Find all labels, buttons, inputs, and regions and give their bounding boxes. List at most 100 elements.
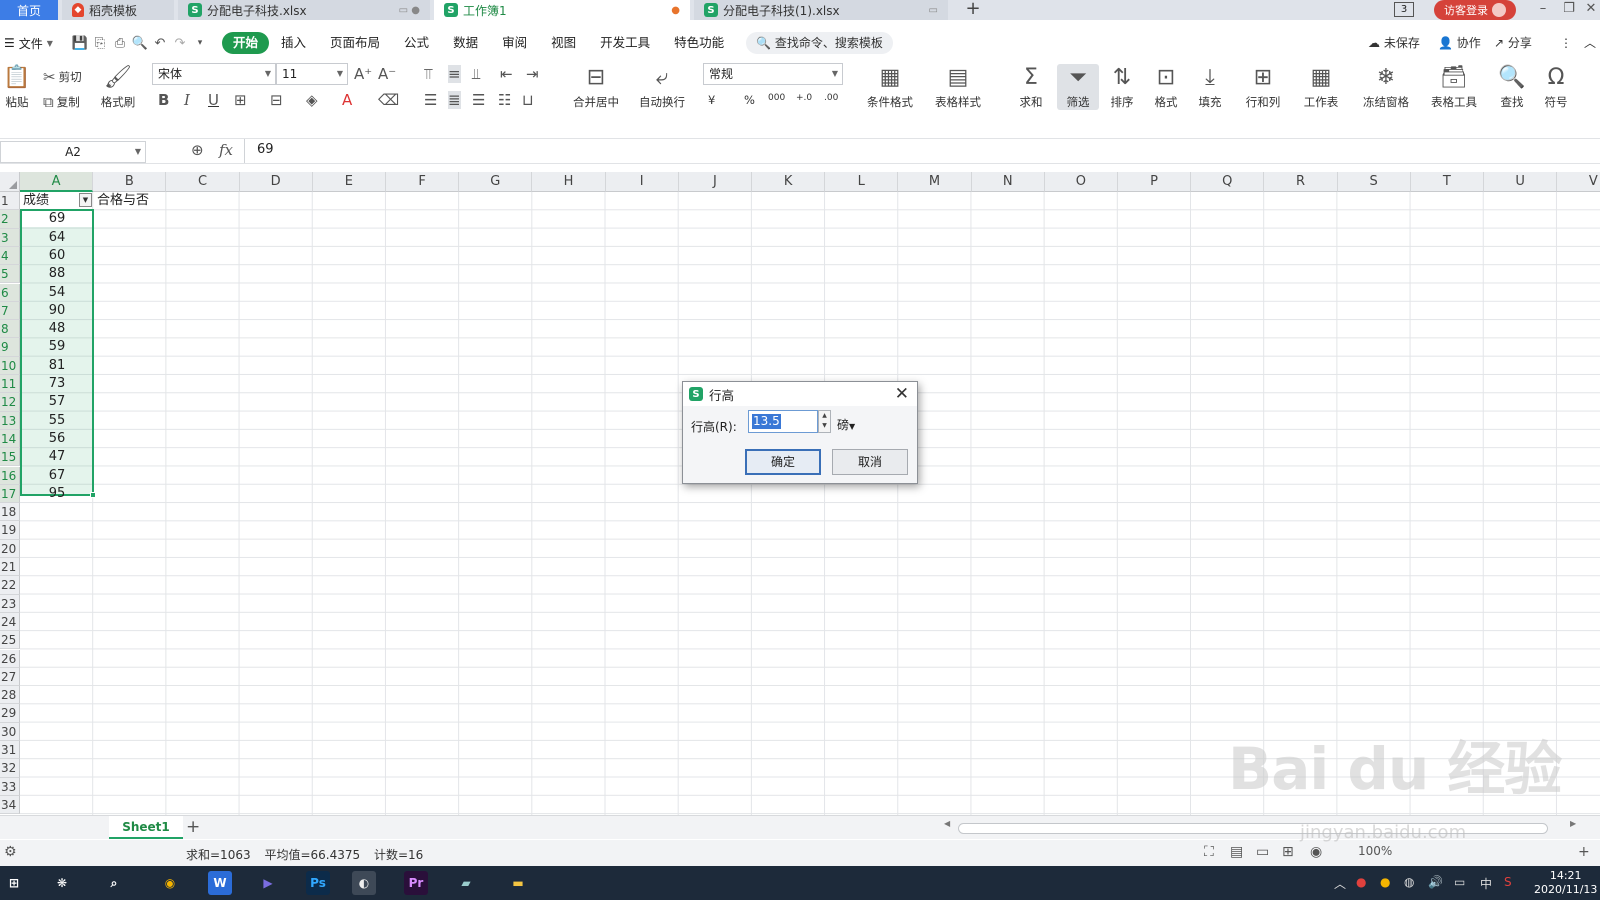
page-break-icon[interactable]: ⊞ <box>1282 844 1294 860</box>
login-button[interactable]: 访客登录 <box>1434 0 1516 20</box>
align-top-button[interactable]: ⫪ <box>424 65 432 83</box>
row-header-10[interactable]: 10 <box>0 356 20 375</box>
page-layout-icon[interactable]: ▭ <box>1256 844 1269 860</box>
fill-button[interactable]: ⤓ 填充 <box>1190 64 1230 110</box>
sum-button[interactable]: Σ 求和 <box>1010 64 1052 110</box>
eye-protection-icon[interactable]: ◉ <box>1310 844 1322 860</box>
tab-file-1[interactable]: S 分配电子科技.xlsx ▭ ● <box>178 0 430 20</box>
row-header-27[interactable]: 27 <box>0 667 20 687</box>
menu-tab-features[interactable]: 特色功能 <box>662 32 736 54</box>
table-style-button[interactable]: ▤ 表格样式 <box>926 64 990 110</box>
network-icon[interactable]: ▭ <box>1454 875 1465 889</box>
cell-a16[interactable]: 67 <box>22 467 92 485</box>
scroll-left-icon[interactable]: ◀ <box>944 819 950 828</box>
bold-button[interactable]: B <box>158 91 169 109</box>
menu-tab-formulas[interactable]: 公式 <box>392 32 441 54</box>
row-height-spinner[interactable]: ▲ ▼ <box>818 410 831 433</box>
word-icon[interactable]: W <box>208 871 232 895</box>
column-header-k[interactable]: K <box>752 172 826 192</box>
row-header-31[interactable]: 31 <box>0 741 20 760</box>
menu-tab-insert[interactable]: 插入 <box>269 32 318 54</box>
active-app-icon[interactable]: ◐ <box>352 871 376 895</box>
column-header-h[interactable]: H <box>532 172 606 192</box>
window-count-badge[interactable]: 3 <box>1394 2 1414 17</box>
filter-button[interactable]: ⏷ 筛选 <box>1057 64 1099 110</box>
row-header-20[interactable]: 20 <box>0 539 20 558</box>
column-header-s[interactable]: S <box>1337 172 1411 192</box>
new-tab-button[interactable]: + <box>962 0 984 20</box>
column-header-b[interactable]: B <box>93 172 167 192</box>
minimize-icon[interactable]: – <box>1530 0 1556 20</box>
share-button[interactable]: ↗ 分享 <box>1494 30 1532 56</box>
row-header-8[interactable]: 8 <box>0 320 20 339</box>
menu-tab-view[interactable]: 视图 <box>539 32 588 54</box>
zoom-level[interactable]: 100% <box>1358 844 1392 858</box>
cell-a2[interactable]: 69 <box>22 210 92 228</box>
cell-a13[interactable]: 55 <box>22 412 92 430</box>
normal-view-icon[interactable]: ▤ <box>1230 844 1243 860</box>
customize-toolbar-icon[interactable]: ▾ <box>190 38 210 48</box>
scroll-right-icon[interactable]: ▶ <box>1570 819 1576 828</box>
cancel-button[interactable]: 取消 <box>832 449 908 475</box>
command-search[interactable]: 🔍 查找命令、搜索模板 <box>746 32 893 54</box>
tab-template[interactable]: ◆ 稻壳模板 <box>62 0 174 20</box>
unit-select[interactable]: 磅▼ <box>837 416 855 433</box>
row-header-13[interactable]: 13 <box>0 411 20 430</box>
menu-tab-review[interactable]: 审阅 <box>490 32 539 54</box>
row-header-21[interactable]: 21 <box>0 558 20 577</box>
conditional-format-button[interactable]: ▦ 条件格式 <box>858 64 922 110</box>
clear-button[interactable]: ⌫ <box>378 91 399 109</box>
premiere-icon[interactable]: Pr <box>404 871 428 895</box>
italic-button[interactable]: I <box>184 91 190 109</box>
tab-home[interactable]: 首页 <box>0 0 58 20</box>
photoshop-icon[interactable]: Ps <box>306 871 330 895</box>
row-header-11[interactable]: 11 <box>0 375 20 394</box>
align-middle-button[interactable]: ≡ <box>448 65 461 83</box>
add-sheet-button[interactable]: + <box>186 816 200 838</box>
cell-a5[interactable]: 88 <box>22 265 92 283</box>
close-window-icon[interactable]: ✕ <box>1578 0 1600 20</box>
cell-a6[interactable]: 54 <box>22 284 92 302</box>
ok-button[interactable]: 确定 <box>745 449 821 475</box>
cell-a10[interactable]: 81 <box>22 357 92 375</box>
decrease-font-button[interactable]: A⁻ <box>378 65 396 83</box>
function-icon[interactable]: fx <box>219 141 233 159</box>
row-header-19[interactable]: 19 <box>0 521 20 540</box>
thousands-button[interactable]: 000 <box>768 93 785 103</box>
row-header-30[interactable]: 30 <box>0 722 20 741</box>
merge-center-button[interactable]: ⊟ 合并居中 <box>564 64 628 110</box>
row-header-1[interactable]: 1 <box>0 192 20 211</box>
row-header-14[interactable]: 14 <box>0 429 20 449</box>
row-header-15[interactable]: 15 <box>0 448 20 467</box>
cell-b1[interactable]: 合格与否 <box>97 192 177 210</box>
column-header-g[interactable]: G <box>459 172 533 192</box>
format-button[interactable]: ⊡ 格式 <box>1146 64 1186 110</box>
formula-input[interactable]: 69 <box>244 139 1600 163</box>
tray-app-icon[interactable]: ◍ <box>1404 875 1414 889</box>
font-size-select[interactable]: 11 ▼ <box>276 63 348 85</box>
row-header-6[interactable]: 6 <box>0 283 20 302</box>
row-header-17[interactable]: 17 <box>0 484 20 504</box>
column-header-j[interactable]: J <box>678 172 752 192</box>
row-header-24[interactable]: 24 <box>0 612 20 632</box>
spreadsheet-grid[interactable]: ABCDEFGHIJKLMNOPQRSTUV 1 2 3 4 5 6 7 8 9 10 11 12 13… <box>0 172 1600 815</box>
column-header-n[interactable]: N <box>971 172 1045 192</box>
symbol-button[interactable]: Ω 符号 <box>1536 64 1576 110</box>
align-left-button[interactable]: ☰ <box>424 91 437 109</box>
row-header-2[interactable]: 2 <box>0 210 20 229</box>
ime-indicator[interactable]: 中 <box>1480 875 1492 892</box>
column-header-m[interactable]: M <box>898 172 972 192</box>
select-all-corner[interactable] <box>0 172 20 192</box>
row-height-input[interactable]: 13.5 <box>748 410 818 433</box>
worksheet-button[interactable]: ▦ 工作表 <box>1296 64 1346 110</box>
menu-tab-page-layout[interactable]: 页面布局 <box>318 32 392 54</box>
paste-button[interactable]: 📋 粘贴 <box>0 64 34 110</box>
row-header-18[interactable]: 18 <box>0 503 20 522</box>
sort-button[interactable]: ⇅ 排序 <box>1102 64 1142 110</box>
underline-button[interactable]: U <box>208 91 219 109</box>
more-options-icon[interactable]: ⋮ <box>1560 30 1572 56</box>
row-header-3[interactable]: 3 <box>0 228 20 247</box>
tab-file-2[interactable]: S 分配电子科技(1).xlsx ▭ <box>694 0 948 20</box>
row-header-33[interactable]: 33 <box>0 777 20 796</box>
cell-a12[interactable]: 57 <box>22 393 92 411</box>
